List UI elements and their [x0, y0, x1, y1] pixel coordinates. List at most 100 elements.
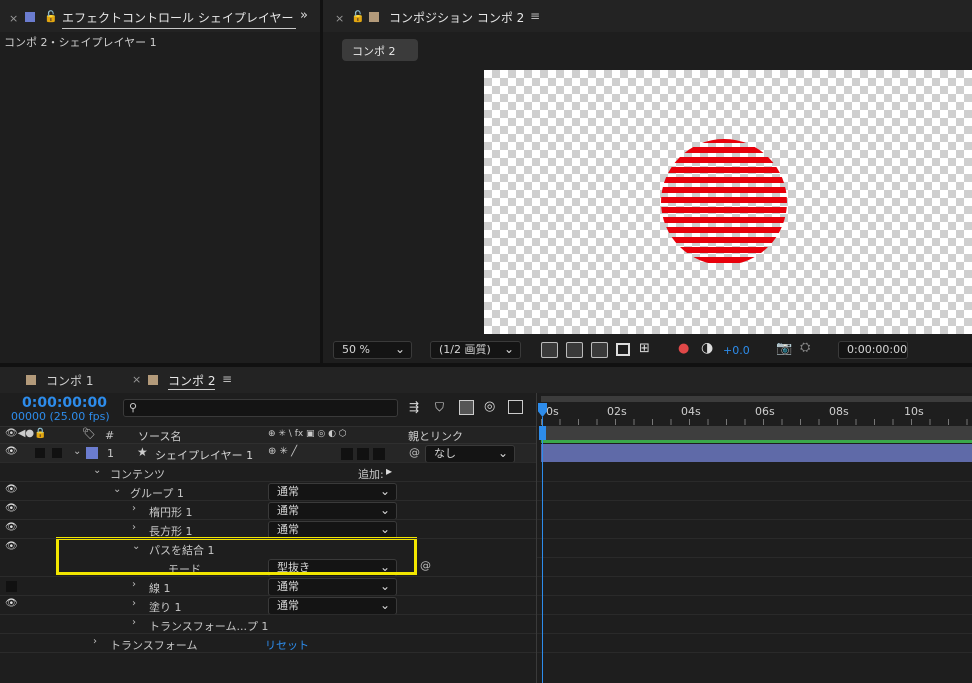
eye-icon[interactable]: 👁 — [5, 503, 18, 514]
col-source-name[interactable]: ソース名 — [138, 428, 181, 444]
fast-preview-icon[interactable] — [541, 342, 558, 358]
row-divider — [537, 557, 972, 558]
close-icon[interactable]: × — [335, 12, 344, 25]
eye-icon[interactable]: 👁 — [5, 522, 18, 533]
effects-tab-title[interactable]: エフェクトコントロール シェイプレイヤー — [62, 9, 296, 29]
menu-icon[interactable]: ≡ — [530, 9, 540, 23]
current-timecode[interactable]: 0:00:00:00 — [22, 395, 107, 411]
menu-icon[interactable]: ≡ — [222, 372, 232, 386]
layer-name[interactable]: シェイプレイヤー 1 — [155, 447, 253, 463]
stroke-label[interactable]: 線 1 — [149, 580, 171, 596]
blend-mode-dropdown[interactable]: 通常 ⌄ — [268, 597, 397, 615]
close-icon[interactable]: × — [132, 373, 141, 386]
color-management-icon[interactable]: ◑ — [701, 340, 713, 356]
playhead-line[interactable] — [542, 417, 543, 683]
chevron-right-icon[interactable]: › — [132, 522, 136, 533]
add-label[interactable]: 追加: — [358, 466, 384, 482]
lock-icon[interactable]: 🔓 — [44, 10, 58, 23]
pickwhip-icon[interactable]: @ — [420, 559, 431, 572]
layer-search-input[interactable]: ⚲ — [123, 399, 398, 417]
grid-guides-icon[interactable]: ⊞ — [639, 341, 650, 356]
composition-panel: × 🔓 コンポジション コンポ 2 ≡ コンポ 2 50 % ⌄ (1/2 画質… — [323, 0, 972, 363]
comp-viewer-canvas[interactable] — [484, 70, 972, 334]
blend-mode-value: 通常 — [277, 485, 299, 498]
chevron-down-icon[interactable]: ⌄ — [73, 446, 81, 457]
chevron-right-icon[interactable]: › — [93, 636, 97, 647]
switch-box[interactable] — [373, 448, 385, 460]
viewer-timecode[interactable]: 0:00:00:00 — [838, 341, 908, 359]
resolution-dropdown[interactable]: (1/2 画質) ⌄ — [430, 341, 521, 359]
chevron-right-icon[interactable]: › — [132, 503, 136, 514]
row-divider — [0, 462, 536, 463]
fill-label[interactable]: 塗り 1 — [149, 599, 182, 615]
add-menu-icon[interactable]: ▸ — [386, 464, 392, 478]
comp-breadcrumb-button[interactable]: コンポ 2 — [342, 39, 418, 61]
shy-icon[interactable]: ⛉ — [435, 400, 444, 415]
tab-comp1[interactable]: コンポ 1 — [46, 372, 93, 389]
transform-label[interactable]: トランスフォーム — [110, 637, 197, 653]
work-area-bar[interactable] — [541, 396, 972, 402]
chevron-down-icon[interactable]: ⌄ — [93, 465, 101, 476]
switch-box[interactable] — [341, 448, 353, 460]
channel-rgb-icon[interactable]: ● — [678, 341, 689, 356]
chevron-down-icon: ⌄ — [379, 522, 390, 536]
lock-box[interactable] — [52, 448, 62, 458]
chevron-right-icon[interactable]: › — [132, 579, 136, 590]
lock-icon[interactable]: 🔓 — [351, 10, 365, 23]
comp-tab-title[interactable]: コンポジション コンポ 2 — [389, 9, 524, 26]
group-label[interactable]: グループ 1 — [130, 485, 184, 501]
blend-mode-dropdown[interactable]: 通常 ⌄ — [268, 483, 397, 501]
group-transform-label[interactable]: トランスフォーム...プ 1 — [149, 618, 268, 634]
eye-off-box[interactable] — [6, 581, 17, 592]
layer-duration-bar[interactable] — [541, 444, 972, 462]
row-divider — [0, 595, 536, 596]
eye-icon[interactable]: 👁 — [5, 541, 18, 552]
chevron-right-icon[interactable]: › — [132, 617, 136, 628]
layer-switches-icon[interactable]: ⊕ ✳ ╱ — [268, 446, 297, 457]
layer-label-color[interactable] — [86, 447, 98, 459]
switch-box[interactable] — [357, 448, 369, 460]
parent-dropdown[interactable]: なし ⌄ — [425, 445, 515, 463]
blend-mode-dropdown[interactable]: 通常 ⌄ — [268, 578, 397, 596]
comp-mini-flowchart-icon[interactable]: ⇶ — [409, 400, 419, 414]
row-divider — [537, 519, 972, 520]
label-icon[interactable]: 🏷 — [82, 427, 96, 440]
chevron-down-icon: ⌄ — [379, 579, 390, 593]
chevron-down-icon: ⌄ — [503, 342, 514, 356]
exposure-value[interactable]: +0.0 — [723, 344, 750, 357]
pickwhip-icon[interactable]: @ — [409, 446, 420, 459]
comp-color-icon — [369, 12, 379, 22]
row-divider — [537, 576, 972, 577]
reset-link[interactable]: リセット — [265, 637, 309, 653]
graph-editor-icon[interactable] — [508, 400, 523, 414]
show-snapshot-icon[interactable]: ⛭ — [800, 340, 810, 355]
row-divider — [537, 652, 972, 653]
comp-breadcrumb-label: コンポ 2 — [352, 45, 396, 58]
eye-icon[interactable]: 👁 — [5, 446, 18, 457]
chevron-right-icon[interactable]: › — [132, 598, 136, 609]
work-area-green-line — [541, 440, 972, 443]
panel-overflow-icon[interactable]: » — [300, 8, 308, 23]
motion-blur-icon[interactable]: ◎ — [484, 399, 495, 414]
blend-mode-dropdown[interactable]: 通常 ⌄ — [268, 502, 397, 520]
striped-circle-shape[interactable] — [659, 137, 789, 267]
chevron-down-icon[interactable]: ⌄ — [113, 484, 121, 495]
col-parent-link[interactable]: 親とリンク — [408, 428, 463, 444]
close-icon[interactable]: × — [9, 12, 18, 25]
eye-icon[interactable]: 👁 — [5, 598, 18, 609]
ellipse-label[interactable]: 楕円形 1 — [149, 504, 193, 520]
region-of-interest-icon[interactable] — [616, 343, 630, 356]
tab-comp2[interactable]: コンポ 2 — [168, 372, 216, 390]
mask-visibility-icon[interactable] — [591, 342, 608, 358]
transparency-grid-icon[interactable] — [566, 342, 583, 358]
comp1-color-icon — [26, 375, 36, 385]
highlight-box — [56, 537, 417, 575]
solo-box[interactable] — [35, 448, 45, 458]
av-features-icon[interactable]: 👁◀●🔒 — [5, 428, 47, 439]
snapshot-camera-icon[interactable]: 📷 — [776, 341, 792, 356]
contents-label[interactable]: コンテンツ — [110, 466, 165, 482]
zoom-dropdown[interactable]: 50 % ⌄ — [333, 341, 412, 359]
eye-icon[interactable]: 👁 — [5, 484, 18, 495]
layer-index: 1 — [107, 447, 114, 460]
frame-blending-icon[interactable] — [459, 400, 474, 415]
